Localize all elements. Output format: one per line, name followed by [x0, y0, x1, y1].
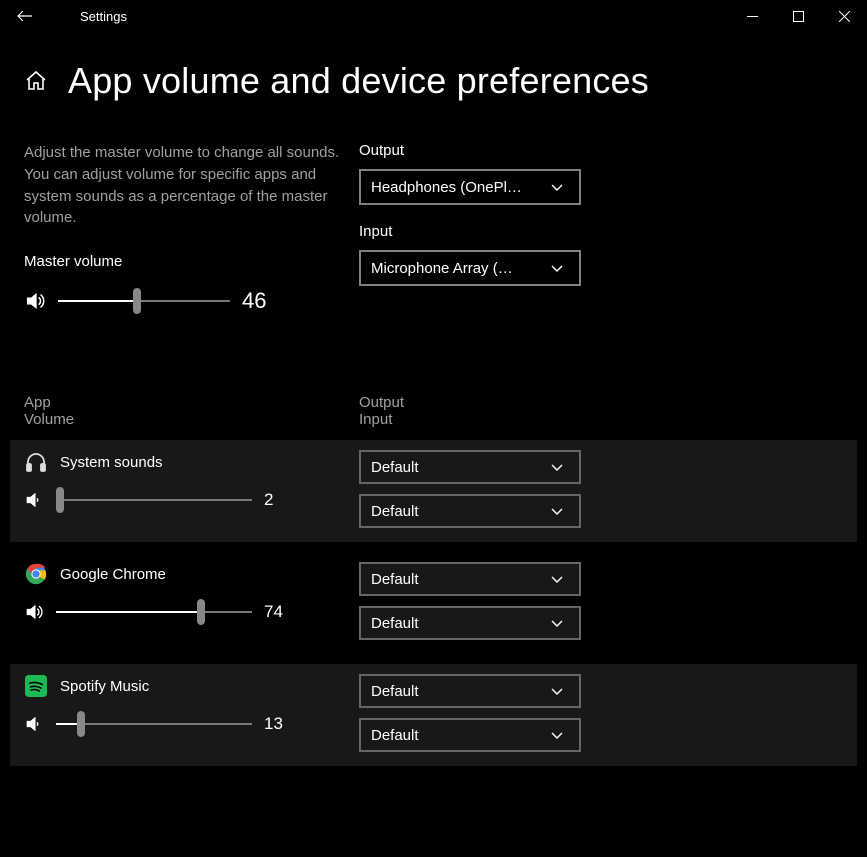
maximize-icon: [793, 11, 804, 22]
spotify-icon: [24, 674, 48, 698]
app-output-value: Default: [371, 683, 545, 700]
input-value: Microphone Array (…: [371, 260, 545, 277]
back-button[interactable]: [0, 0, 50, 32]
speaker-icon[interactable]: [24, 602, 44, 622]
chevron-down-icon: [545, 728, 569, 742]
app-input-select[interactable]: Default: [359, 606, 581, 640]
output-select[interactable]: Headphones (OnePl…: [359, 169, 581, 205]
chrome-icon: [24, 562, 48, 586]
minimize-icon: [747, 11, 758, 22]
speaker-icon[interactable]: [24, 490, 44, 510]
chevron-down-icon: [545, 684, 569, 698]
app-row: Google Chrome 74 Default Default: [10, 552, 857, 654]
app-volume-slider[interactable]: [56, 600, 252, 624]
chevron-down-icon: [545, 261, 569, 275]
app-volume-value: 2: [264, 490, 300, 510]
col-header-volume: Volume: [24, 411, 359, 428]
col-header-output: Output: [359, 394, 404, 411]
chevron-down-icon: [545, 460, 569, 474]
close-icon: [839, 11, 850, 22]
app-volume-slider[interactable]: [56, 712, 252, 736]
speaker-icon[interactable]: [24, 714, 44, 734]
description-text: Adjust the master volume to change all s…: [24, 142, 344, 229]
chevron-down-icon: [545, 504, 569, 518]
headphones-icon: [24, 450, 48, 474]
app-volume-slider[interactable]: [56, 488, 252, 512]
app-input-select[interactable]: Default: [359, 718, 581, 752]
minimize-button[interactable]: [729, 0, 775, 32]
maximize-button[interactable]: [775, 0, 821, 32]
col-header-app: App: [24, 394, 359, 411]
arrow-left-icon: [17, 8, 33, 24]
app-input-value: Default: [371, 727, 545, 744]
app-row: System sounds 2 Default Default: [10, 440, 857, 542]
output-label: Output: [359, 142, 599, 159]
app-name: System sounds: [60, 454, 163, 471]
chevron-down-icon: [545, 180, 569, 194]
app-row: Spotify Music 13 Default Default: [10, 664, 857, 766]
page-title: App volume and device preferences: [68, 60, 649, 102]
output-value: Headphones (OnePl…: [371, 179, 545, 196]
app-name: Google Chrome: [60, 566, 166, 583]
app-output-value: Default: [371, 459, 545, 476]
app-output-select[interactable]: Default: [359, 674, 581, 708]
home-icon[interactable]: [24, 69, 48, 93]
speaker-icon[interactable]: [24, 290, 46, 312]
app-input-value: Default: [371, 503, 545, 520]
app-output-select[interactable]: Default: [359, 450, 581, 484]
master-volume-label: Master volume: [24, 253, 359, 270]
app-volume-value: 13: [264, 714, 300, 734]
close-button[interactable]: [821, 0, 867, 32]
app-name: Spotify Music: [60, 678, 149, 695]
window-title: Settings: [80, 9, 127, 24]
col-header-input: Input: [359, 411, 404, 428]
app-input-select[interactable]: Default: [359, 494, 581, 528]
master-volume-value: 46: [242, 288, 278, 314]
input-select[interactable]: Microphone Array (…: [359, 250, 581, 286]
chevron-down-icon: [545, 572, 569, 586]
app-input-value: Default: [371, 615, 545, 632]
app-output-select[interactable]: Default: [359, 562, 581, 596]
input-label: Input: [359, 223, 599, 240]
chevron-down-icon: [545, 616, 569, 630]
app-output-value: Default: [371, 571, 545, 588]
master-volume-slider[interactable]: [58, 289, 230, 313]
app-volume-value: 74: [264, 602, 300, 622]
